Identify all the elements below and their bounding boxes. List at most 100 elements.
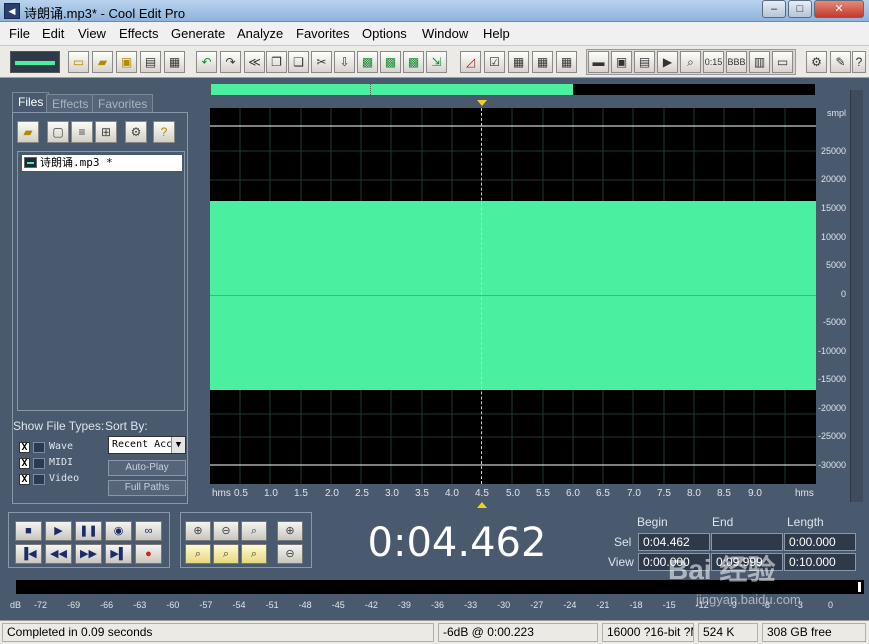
time-display: 0:04.462 — [322, 512, 592, 568]
grid-icon[interactable]: ▦ — [532, 51, 553, 73]
menu-window[interactable]: Window — [422, 26, 468, 41]
paste-icon[interactable]: ⇩ — [334, 51, 355, 73]
window-view-icon[interactable]: ▬ — [588, 51, 609, 73]
cursor-marker-bottom[interactable] — [477, 502, 487, 508]
record-button[interactable]: ● — [135, 544, 162, 564]
vertical-scrollbar[interactable] — [850, 90, 863, 502]
zoom-in-vertical-icon[interactable]: ⊕ — [277, 521, 303, 541]
selection-icon[interactable]: BBB — [726, 51, 747, 73]
snap-icon[interactable]: ▦ — [556, 51, 577, 73]
full-paths-button[interactable]: Full Paths — [108, 480, 186, 496]
close-file-icon[interactable]: ▦ — [164, 51, 185, 73]
maximize-button[interactable]: □ — [788, 0, 812, 18]
close-button[interactable]: ✕ — [814, 0, 864, 18]
zoom-out-vertical-icon[interactable]: ⊖ — [277, 544, 303, 564]
script-icon[interactable]: ✎ — [830, 51, 851, 73]
level-meter-icon[interactable]: ▥ — [749, 51, 770, 73]
open-file-icon[interactable]: ▰ — [92, 51, 113, 73]
cut-icon[interactable]: ✂ — [311, 51, 332, 73]
spectral-view-icon[interactable]: ◿ — [460, 51, 481, 73]
open-folder-icon[interactable]: ▰ — [17, 121, 39, 143]
minimize-button[interactable]: – — [762, 0, 786, 18]
options-icon[interactable]: ⚙ — [125, 121, 147, 143]
level-meter-tick-label: -63 — [133, 600, 147, 610]
length-header: Length — [787, 515, 824, 529]
rewind-button[interactable]: ◀◀ — [45, 544, 72, 564]
video-checkbox[interactable]: X — [19, 474, 30, 485]
tab-effects[interactable]: Effects — [46, 94, 95, 112]
sort-by-select[interactable]: Recent Acc ▼ — [108, 436, 186, 454]
menu-view[interactable]: View — [78, 26, 106, 41]
menu-analyze[interactable]: Analyze — [237, 26, 283, 41]
play-cursor[interactable] — [481, 108, 482, 484]
organizer-icon[interactable]: ▣ — [611, 51, 632, 73]
new-file-icon[interactable]: ▭ — [68, 51, 89, 73]
go-to-end-button[interactable]: ▶▌ — [105, 544, 132, 564]
app-icon: ◀ — [4, 3, 20, 19]
filter-wave[interactable]: X Wave — [19, 441, 99, 455]
zoom-out-icon[interactable]: ⊖ — [213, 521, 239, 541]
organizer-panel: Files Effects Favorites ▰ ▢ ≡ ⊞ ⚙ ? 诗朗诵.… — [8, 90, 192, 504]
save-as-icon[interactable]: ▤ — [140, 51, 161, 73]
time-icon[interactable]: 0:15 — [703, 51, 724, 73]
menu-generate[interactable]: Generate — [171, 26, 225, 41]
status-free-space: 308 GB free — [762, 623, 866, 642]
midi-checkbox[interactable]: X — [19, 458, 30, 469]
copy-icon[interactable]: ❐ — [266, 51, 287, 73]
loop-icon[interactable]: ▦ — [508, 51, 529, 73]
undo-icon[interactable]: ↶ — [196, 51, 217, 73]
pause-button[interactable]: ❚❚ — [75, 521, 102, 541]
save-icon[interactable]: ▣ — [116, 51, 137, 73]
paste-to-new-icon[interactable]: ▩ — [357, 51, 378, 73]
status-bar-icon[interactable]: ▭ — [772, 51, 793, 73]
menu-help[interactable]: Help — [483, 26, 510, 41]
menu-edit[interactable]: Edit — [42, 26, 64, 41]
play-button[interactable]: ▶ — [45, 521, 72, 541]
zoom-in-icon[interactable]: ⊕ — [185, 521, 211, 541]
zoom-left-icon[interactable]: ⌕ — [213, 544, 239, 564]
help-icon[interactable]: ? — [852, 51, 866, 73]
mix-paste-icon[interactable]: ▩ — [380, 51, 401, 73]
zoom-full-icon[interactable]: ⌕ — [241, 521, 267, 541]
waveform-display[interactable] — [210, 108, 816, 484]
settings-icon[interactable]: ⚙ — [806, 51, 827, 73]
repeat-last-icon[interactable]: ≪ — [244, 51, 265, 73]
wave-checkbox[interactable]: X — [19, 442, 30, 453]
fast-forward-button[interactable]: ▶▶ — [75, 544, 102, 564]
copy-to-new-icon[interactable]: ❏ — [288, 51, 309, 73]
menu-file[interactable]: File — [9, 26, 30, 41]
help-icon[interactable]: ? — [153, 121, 175, 143]
stop-button[interactable]: ■ — [15, 521, 42, 541]
insert-in-multitrack-icon[interactable]: ⇲ — [426, 51, 447, 73]
file-list-item[interactable]: 诗朗诵.mp3 * — [22, 155, 182, 171]
window-title: 诗朗诵.mp3* - Cool Edit Pro — [24, 6, 186, 21]
tab-files[interactable]: Files — [12, 92, 50, 112]
filter-midi[interactable]: X MIDI — [19, 457, 99, 471]
overview-visible-range[interactable] — [211, 84, 574, 95]
loop-button[interactable]: ∞ — [135, 521, 162, 541]
cursor-marker-top[interactable] — [477, 100, 487, 106]
overview-bar[interactable] — [210, 83, 816, 96]
multitrack-toggle-button[interactable] — [10, 51, 60, 73]
cue-list-icon[interactable]: ▤ — [634, 51, 655, 73]
edit-file-icon[interactable]: ⊞ — [95, 121, 117, 143]
zoom-icon[interactable]: ⌕ — [680, 51, 701, 73]
tab-favorites[interactable]: Favorites — [92, 94, 154, 112]
chevron-down-icon[interactable]: ▼ — [171, 437, 185, 453]
go-to-start-button[interactable]: ▐◀ — [15, 544, 42, 564]
play-to-end-button[interactable]: ◉ — [105, 521, 132, 541]
menu-effects[interactable]: Effects — [119, 26, 159, 41]
trim-icon[interactable]: ▩ — [403, 51, 424, 73]
edit-cue-icon[interactable]: ☑ — [484, 51, 505, 73]
filter-video[interactable]: X Video — [19, 473, 99, 487]
zoom-selection-icon[interactable]: ⌕ — [185, 544, 211, 564]
menu-options[interactable]: Options — [362, 26, 407, 41]
level-meter-tick-label: -30 — [497, 600, 511, 610]
redo-icon[interactable]: ↷ — [220, 51, 241, 73]
transport-icon[interactable]: ▶ — [657, 51, 678, 73]
close-file-icon[interactable]: ▢ — [47, 121, 69, 143]
insert-into-multitrack-icon[interactable]: ≡ — [71, 121, 93, 143]
zoom-right-icon[interactable]: ⌕ — [241, 544, 267, 564]
auto-play-button[interactable]: Auto-Play — [108, 460, 186, 476]
menu-favorites[interactable]: Favorites — [296, 26, 349, 41]
